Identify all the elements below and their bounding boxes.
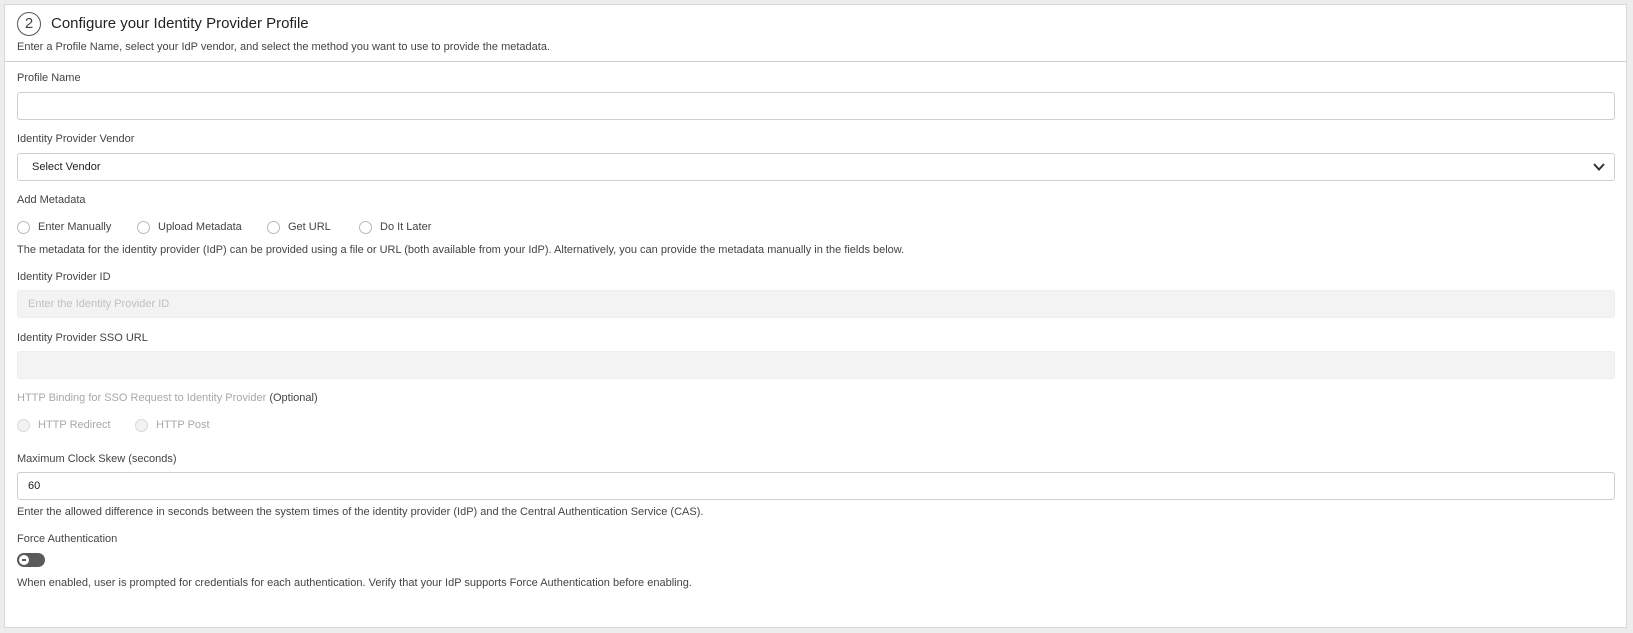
idp-id-placeholder: Enter the Identity Provider ID	[28, 298, 170, 310]
force-auth-label: Force Authentication	[17, 533, 118, 545]
radio-label: Do It Later	[380, 221, 432, 233]
vendor-select[interactable]: Select Vendor	[17, 153, 1615, 181]
idp-sso-url-input[interactable]	[17, 351, 1615, 379]
page-subtitle: Enter a Profile Name, select your IdP ve…	[17, 41, 550, 53]
http-binding-label: HTTP Binding for SSO Request to Identity…	[17, 392, 318, 404]
clock-skew-value: 60	[28, 480, 41, 492]
idp-id-label: Identity Provider ID	[17, 271, 111, 283]
page-title: Configure your Identity Provider Profile	[51, 15, 309, 32]
vendor-select-value: Select Vendor	[32, 161, 101, 173]
radio-label: Enter Manually	[38, 221, 112, 233]
radio-button[interactable]	[135, 419, 148, 432]
vendor-label: Identity Provider Vendor	[17, 133, 135, 145]
panel-header: 2 Configure your Identity Provider Profi…	[5, 5, 1626, 62]
toggle-knob	[19, 555, 29, 565]
profile-name-input[interactable]	[17, 92, 1615, 120]
chevron-down-icon	[1593, 163, 1605, 171]
http-binding-label-text: HTTP Binding for SSO Request to Identity…	[17, 392, 267, 404]
step-number-badge: 2	[17, 12, 41, 36]
radio-label: HTTP Redirect	[38, 419, 111, 431]
add-metadata-label: Add Metadata	[17, 194, 86, 206]
radio-button[interactable]	[17, 419, 30, 432]
metadata-help-text: The metadata for the identity provider (…	[17, 244, 905, 256]
radio-button[interactable]	[267, 221, 280, 234]
radio-button[interactable]	[137, 221, 150, 234]
profile-name-label: Profile Name	[17, 72, 81, 84]
force-auth-help-text: When enabled, user is prompted for crede…	[17, 577, 692, 589]
radio-label: Upload Metadata	[158, 221, 242, 233]
radio-button[interactable]	[359, 221, 372, 234]
optional-tag: (Optional)	[269, 392, 318, 404]
radio-label: Get URL	[288, 221, 331, 233]
radio-button[interactable]	[17, 221, 30, 234]
idp-id-input[interactable]: Enter the Identity Provider ID	[17, 290, 1615, 318]
clock-skew-label: Maximum Clock Skew (seconds)	[17, 453, 177, 465]
idp-profile-panel: 2 Configure your Identity Provider Profi…	[4, 4, 1627, 628]
force-auth-toggle[interactable]	[17, 553, 45, 567]
radio-label: HTTP Post	[156, 419, 210, 431]
clock-skew-input[interactable]: 60	[17, 472, 1615, 500]
clock-skew-help-text: Enter the allowed difference in seconds …	[17, 506, 704, 518]
idp-sso-url-label: Identity Provider SSO URL	[17, 332, 148, 344]
